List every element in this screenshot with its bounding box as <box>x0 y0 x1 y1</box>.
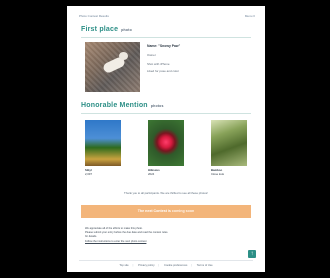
caption-desc: Close look <box>211 171 225 176</box>
footer-link-top[interactable]: Top site <box>119 264 128 267</box>
first-place-title: First place <box>81 26 119 33</box>
back-to-top-icon[interactable]: ↑ <box>248 250 256 258</box>
honorable-caption-3: Bamboo Close look <box>211 168 251 176</box>
honorable-subtitle: photos <box>150 104 164 108</box>
winner-camera: Shot with iPhone <box>147 62 170 66</box>
honorable-photo-2[interactable] <box>148 120 184 166</box>
caption-desc: 2024 <box>148 171 155 176</box>
honorable-photo-1[interactable] <box>85 120 121 166</box>
menu-button[interactable]: Menu ≡ <box>245 14 255 18</box>
thanks-text: Thank you to all participants. We are th… <box>124 191 208 195</box>
footer-link-privacy[interactable]: Privacy policy <box>138 264 154 267</box>
honorable-caption-2: Hibiscus 2024 <box>148 168 188 176</box>
banner-text: The next Contest is <box>137 209 171 213</box>
footer: Top site | Privacy policy | Cookie prefere… <box>67 264 265 267</box>
notes-link[interactable]: Follow the instructions to enter the nex… <box>85 240 247 244</box>
footer-divider <box>79 260 253 261</box>
section-divider <box>81 37 251 38</box>
page-card: Photo Contest Results Menu ≡ First place… <box>67 6 265 272</box>
honorable-photo-3[interactable] <box>211 120 247 166</box>
footer-link-terms[interactable]: Terms of Use <box>197 264 213 267</box>
footer-separator: | <box>132 264 134 267</box>
first-place-photo[interactable] <box>85 42 140 92</box>
breadcrumb[interactable]: Photo Contest Results <box>79 14 109 18</box>
next-contest-banner[interactable]: The next Contest is coming soon <box>81 205 251 218</box>
honorable-caption-1: Sibyl 2,097 <box>85 168 125 176</box>
winner-name: Name: "Snowy Paw" <box>147 44 181 48</box>
footer-separator: | <box>191 264 193 267</box>
winner-comment: Liked for pose and color <box>147 69 180 73</box>
honorable-heading: Honorable Mention photos <box>81 102 164 109</box>
notes: We appreciate all of the efforts to make… <box>85 227 247 244</box>
top-bar: Photo Contest Results Menu ≡ <box>79 14 255 20</box>
honorable-title: Honorable Mention <box>81 102 148 109</box>
banner-highlight: coming soon <box>171 209 195 213</box>
footer-separator: | <box>158 264 160 267</box>
first-place-subtitle: photo <box>121 28 132 32</box>
caption-desc: 2,097 <box>85 171 92 176</box>
first-place-heading: First place photo <box>81 26 132 33</box>
winner-owner: Owner <box>147 53 156 57</box>
section-divider <box>81 113 251 114</box>
winner-info: Name: "Snowy Paw" Owner Shot with iPhone… <box>147 44 257 73</box>
dog-head <box>119 52 128 60</box>
footer-link-cookies[interactable]: Cookie preferences <box>164 264 187 267</box>
